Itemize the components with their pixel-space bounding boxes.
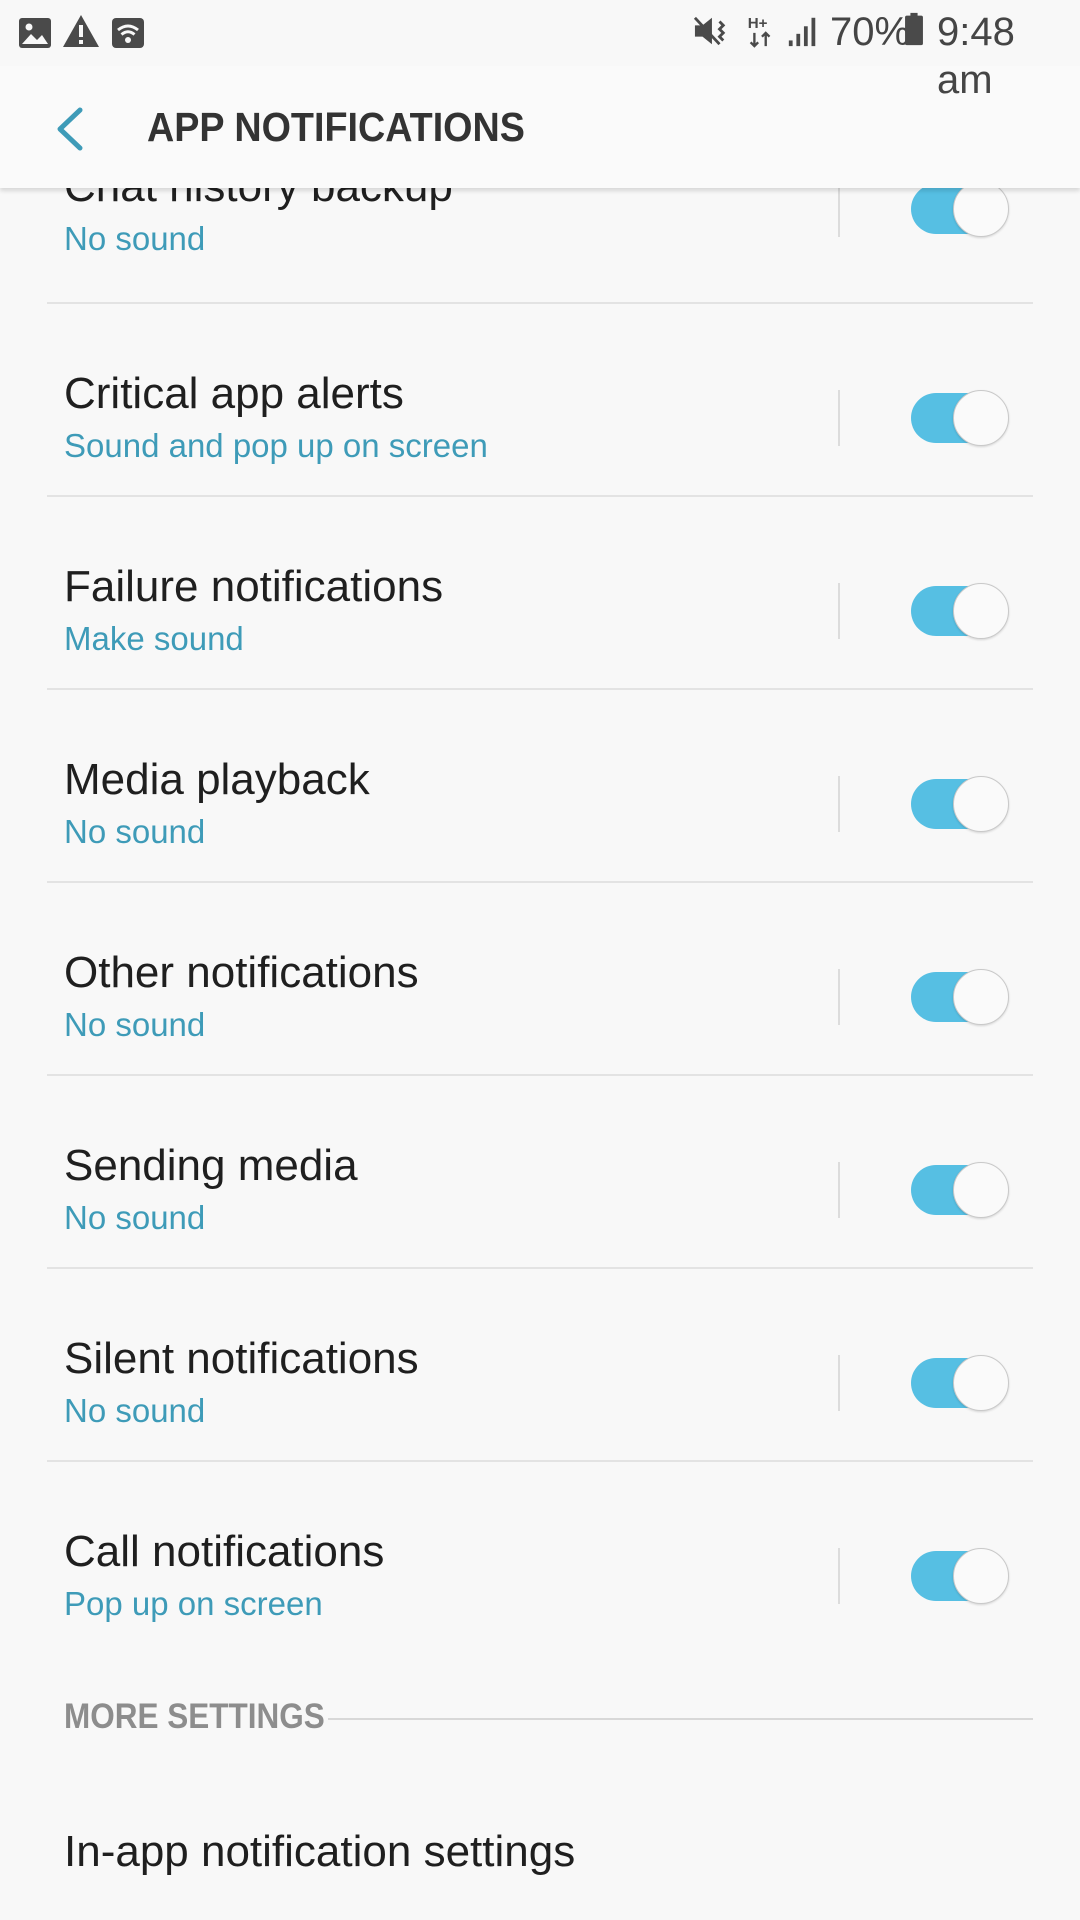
toggle-switch[interactable] [911,390,1011,446]
toggle-switch[interactable] [911,181,1011,237]
channel-title: Call notifications [64,1527,385,1576]
toggle-switch[interactable] [911,1548,1011,1604]
channel-row-failure-notifications[interactable]: Failure notifications Make sound [0,497,1080,690]
channel-subtitle: No sound [64,1199,206,1236]
toggle-knob [953,969,1009,1025]
toggle-switch[interactable] [911,1355,1011,1411]
toggle-knob [953,1162,1009,1218]
channel-title: Media playback [64,755,370,804]
channel-subtitle: No sound [64,220,206,257]
channel-subtitle: Make sound [64,620,244,657]
in-app-notification-settings-item[interactable]: In-app notification settings [0,1772,1080,1920]
divider [838,969,840,1025]
divider [838,1162,840,1218]
wifi-icon [112,18,144,48]
channel-subtitle: Pop up on screen [64,1585,323,1622]
status-bar: H+ 70% 9:48 am [0,0,1080,102]
screen: H+ 70% 9:48 am APP NOTIFICATIONS Chat hi… [0,0,1080,1920]
section-label: MORE SETTINGS [64,1697,325,1736]
channel-row-media-playback[interactable]: Media playback No sound [0,690,1080,883]
channel-title: Failure notifications [64,562,444,611]
signal-icon [788,17,816,47]
toggle-knob [953,181,1009,237]
divider [838,583,840,639]
notification-channel-list: Chat history backup No sound Critical ap… [0,113,1080,1920]
app-bar: APP NOTIFICATIONS [0,66,1080,188]
divider [838,1548,840,1604]
channel-subtitle: No sound [64,813,206,850]
battery-percent: 70% [830,10,911,54]
vibrate-mute-icon [693,16,726,46]
channel-row-silent-notifications[interactable]: Silent notifications No sound [0,1269,1080,1462]
clock: 9:48 am [937,10,1015,102]
channel-subtitle: No sound [64,1006,206,1043]
back-button[interactable] [46,96,106,158]
more-settings-header: MORE SETTINGS [0,1652,1080,1772]
channel-title: Other notifications [64,948,419,997]
toggle-knob [953,390,1009,446]
channel-title: Silent notifications [64,1334,419,1383]
divider [838,776,840,832]
divider [838,181,840,237]
divider [838,390,840,446]
toggle-knob [953,776,1009,832]
toggle-switch[interactable] [911,969,1011,1025]
toggle-knob [953,1355,1009,1411]
item-label: In-app notification settings [64,1827,576,1876]
channel-subtitle: No sound [64,1392,206,1429]
channel-row-call-notifications[interactable]: Call notifications Pop up on screen [0,1462,1080,1652]
toggle-switch[interactable] [911,776,1011,832]
channel-title: Critical app alerts [64,369,404,418]
toggle-switch[interactable] [911,583,1011,639]
toggle-knob [953,583,1009,639]
gallery-icon [19,18,51,48]
svg-text:H+: H+ [748,15,768,32]
channel-row-other-notifications[interactable]: Other notifications No sound [0,883,1080,1076]
channel-row-critical-app-alerts[interactable]: Critical app alerts Sound and pop up on … [0,304,1080,497]
channel-subtitle: Sound and pop up on screen [64,427,488,464]
channel-title: Sending media [64,1141,358,1190]
warning-icon [63,15,99,47]
battery-icon [905,12,923,46]
hplus-data-icon: H+ [748,15,771,48]
channel-row-sending-media[interactable]: Sending media No sound [0,1076,1080,1269]
page-title: APP NOTIFICATIONS [147,104,525,150]
divider [328,1718,1033,1720]
toggle-knob [953,1548,1009,1604]
chevron-left-icon [57,107,83,151]
toggle-switch[interactable] [911,1162,1011,1218]
divider [838,1355,840,1411]
